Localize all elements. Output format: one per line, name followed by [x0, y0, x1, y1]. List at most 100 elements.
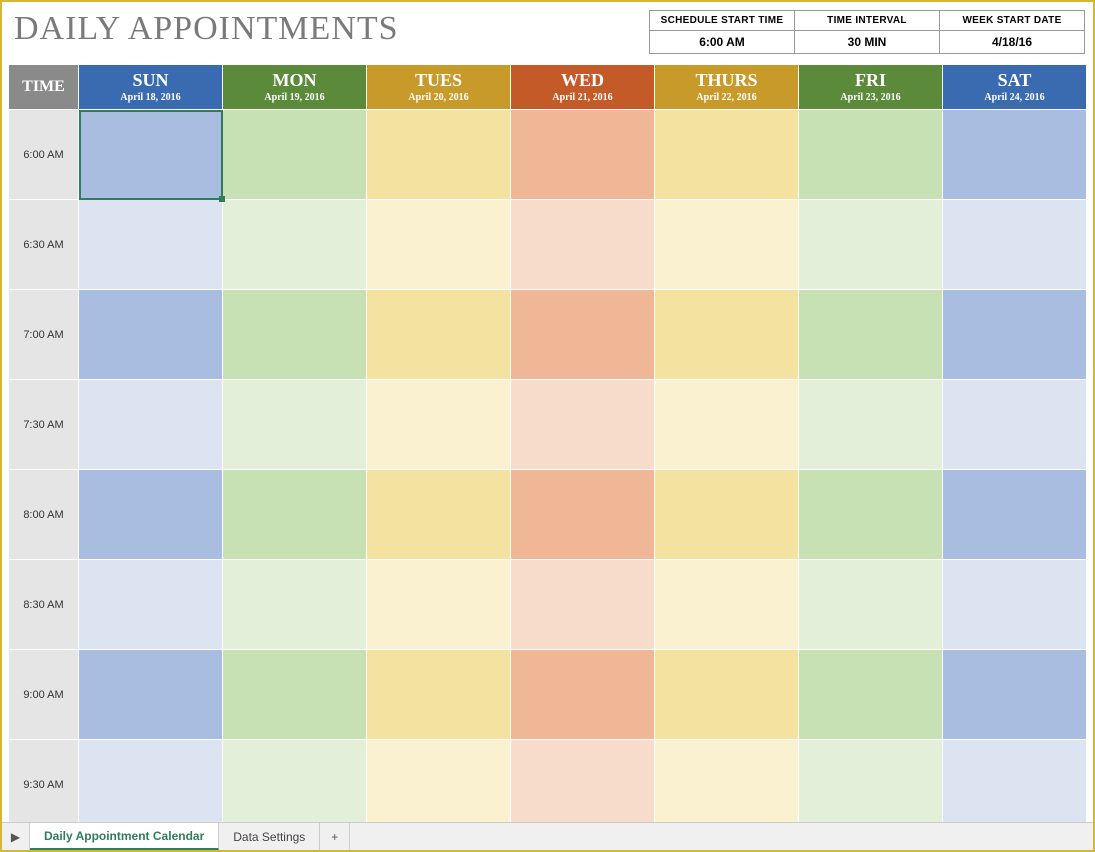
sheet-tab-data-settings[interactable]: Data Settings [219, 823, 320, 850]
slot-mon-0700[interactable] [223, 290, 367, 380]
slot-tue-0600[interactable] [367, 110, 511, 200]
sheet-tab-daily-appointment-calendar[interactable]: Daily Appointment Calendar [30, 823, 219, 850]
time-row: 8:30 AM [9, 560, 1087, 650]
time-label: 6:00 AM [9, 110, 79, 200]
settings-header-week-start: WEEK START DATE [940, 11, 1085, 31]
slot-sat-0800[interactable] [943, 470, 1087, 560]
slot-wed-0800[interactable] [511, 470, 655, 560]
slot-mon-0600[interactable] [223, 110, 367, 200]
slot-wed-0930[interactable] [511, 740, 655, 830]
slot-sun-0600[interactable] [79, 110, 223, 200]
slot-sat-0830[interactable] [943, 560, 1087, 650]
time-row: 9:00 AM [9, 650, 1087, 740]
slot-sat-0700[interactable] [943, 290, 1087, 380]
settings-value-interval[interactable]: 30 MIN [795, 31, 940, 54]
slot-thu-0900[interactable] [655, 650, 799, 740]
slot-mon-0930[interactable] [223, 740, 367, 830]
slot-thu-0600[interactable] [655, 110, 799, 200]
page-title: DAILY APPOINTMENTS [14, 10, 399, 48]
day-name: SUN [83, 70, 218, 91]
day-date: April 19, 2016 [227, 92, 362, 103]
slot-wed-0730[interactable] [511, 380, 655, 470]
slot-sun-0830[interactable] [79, 560, 223, 650]
slot-tue-0730[interactable] [367, 380, 511, 470]
slot-thu-0830[interactable] [655, 560, 799, 650]
slot-sun-0630[interactable] [79, 200, 223, 290]
slot-tue-0930[interactable] [367, 740, 511, 830]
slot-sun-0930[interactable] [79, 740, 223, 830]
day-date: April 23, 2016 [803, 92, 938, 103]
day-date: April 22, 2016 [659, 92, 794, 103]
settings-value-start-time[interactable]: 6:00 AM [650, 31, 795, 54]
slot-tue-0800[interactable] [367, 470, 511, 560]
slot-fri-0630[interactable] [799, 200, 943, 290]
slot-tue-0900[interactable] [367, 650, 511, 740]
triangle-right-icon: ▶ [11, 830, 20, 844]
slot-thu-0630[interactable] [655, 200, 799, 290]
settings-header-start-time: SCHEDULE START TIME [650, 11, 795, 31]
slot-sat-0600[interactable] [943, 110, 1087, 200]
day-date: April 20, 2016 [371, 92, 506, 103]
slot-tue-0630[interactable] [367, 200, 511, 290]
slot-sun-0730[interactable] [79, 380, 223, 470]
day-header-wed: WED April 21, 2016 [511, 65, 655, 110]
slot-wed-0700[interactable] [511, 290, 655, 380]
settings-header-interval: TIME INTERVAL [795, 11, 940, 31]
slot-sun-0800[interactable] [79, 470, 223, 560]
slot-mon-0800[interactable] [223, 470, 367, 560]
day-header-sat: SAT April 24, 2016 [943, 65, 1087, 110]
slot-sun-0700[interactable] [79, 290, 223, 380]
slot-wed-0830[interactable] [511, 560, 655, 650]
slot-tue-0830[interactable] [367, 560, 511, 650]
time-row: 7:30 AM [9, 380, 1087, 470]
day-name: THURS [659, 70, 794, 91]
time-label: 8:00 AM [9, 470, 79, 560]
sheet-nav-button[interactable]: ▶ [2, 823, 30, 850]
slot-fri-0930[interactable] [799, 740, 943, 830]
sheet-tab-bar: ▶ Daily Appointment Calendar Data Settin… [2, 822, 1093, 850]
settings-table: SCHEDULE START TIME TIME INTERVAL WEEK S… [649, 10, 1085, 54]
plus-icon: + [331, 830, 338, 844]
schedule-header-row: TIME SUN April 18, 2016 MON April 19, 20… [9, 65, 1087, 110]
time-label: 9:30 AM [9, 740, 79, 830]
slot-mon-0730[interactable] [223, 380, 367, 470]
day-name: SAT [947, 70, 1082, 91]
day-name: WED [515, 70, 650, 91]
slot-sat-0930[interactable] [943, 740, 1087, 830]
day-date: April 21, 2016 [515, 92, 650, 103]
schedule-table: TIME SUN April 18, 2016 MON April 19, 20… [8, 64, 1087, 830]
time-row: 7:00 AM [9, 290, 1087, 380]
slot-thu-0930[interactable] [655, 740, 799, 830]
slot-thu-0700[interactable] [655, 290, 799, 380]
slot-tue-0700[interactable] [367, 290, 511, 380]
time-row: 6:30 AM [9, 200, 1087, 290]
slot-mon-0830[interactable] [223, 560, 367, 650]
slot-sat-0900[interactable] [943, 650, 1087, 740]
slot-sun-0900[interactable] [79, 650, 223, 740]
settings-value-week-start[interactable]: 4/18/16 [940, 31, 1085, 54]
time-row: 6:00 AM [9, 110, 1087, 200]
add-sheet-button[interactable]: + [320, 823, 350, 850]
slot-wed-0900[interactable] [511, 650, 655, 740]
slot-wed-0630[interactable] [511, 200, 655, 290]
day-name: MON [227, 70, 362, 91]
slot-thu-0730[interactable] [655, 380, 799, 470]
day-header-mon: MON April 19, 2016 [223, 65, 367, 110]
slot-fri-0700[interactable] [799, 290, 943, 380]
day-date: April 24, 2016 [947, 92, 1082, 103]
time-label: 6:30 AM [9, 200, 79, 290]
slot-fri-0830[interactable] [799, 560, 943, 650]
time-label: 7:30 AM [9, 380, 79, 470]
slot-sat-0730[interactable] [943, 380, 1087, 470]
slot-mon-0630[interactable] [223, 200, 367, 290]
time-label: 7:00 AM [9, 290, 79, 380]
slot-sat-0630[interactable] [943, 200, 1087, 290]
slot-wed-0600[interactable] [511, 110, 655, 200]
slot-fri-0600[interactable] [799, 110, 943, 200]
slot-thu-0800[interactable] [655, 470, 799, 560]
day-date: April 18, 2016 [83, 92, 218, 103]
slot-mon-0900[interactable] [223, 650, 367, 740]
slot-fri-0730[interactable] [799, 380, 943, 470]
slot-fri-0800[interactable] [799, 470, 943, 560]
slot-fri-0900[interactable] [799, 650, 943, 740]
